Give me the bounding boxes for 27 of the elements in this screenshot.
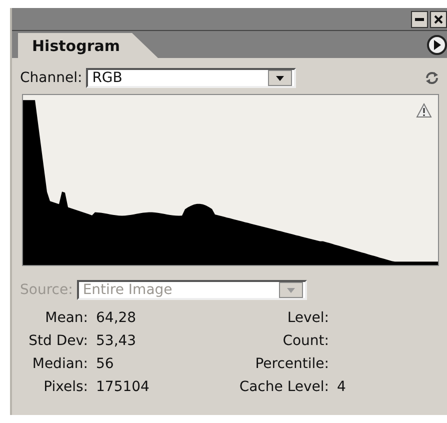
stat-value: 56 — [96, 356, 115, 372]
close-button[interactable] — [430, 10, 447, 28]
close-icon — [434, 14, 443, 24]
stat-value: 53,43 — [96, 333, 138, 349]
stat-value: 4 — [337, 379, 347, 395]
refresh-icon[interactable] — [425, 71, 439, 85]
play-icon — [433, 40, 441, 50]
minimize-icon — [415, 18, 424, 20]
stat-label: Count: — [282, 333, 329, 349]
stat-value: 175104 — [96, 379, 150, 395]
stat-label: Median: — [31, 356, 88, 372]
channel-label: Channel: — [20, 70, 82, 86]
minimize-button[interactable] — [411, 10, 428, 28]
dropdown-arrow-icon — [276, 76, 284, 80]
panel-menu-button[interactable] — [427, 35, 447, 55]
warning-icon — [416, 103, 432, 118]
stat-label: Mean: — [44, 310, 88, 326]
stat-label: Percentile: — [254, 356, 329, 372]
stat-label: Std Dev: — [28, 333, 88, 349]
stat-label: Level: — [286, 310, 329, 326]
stat-label: Pixels: — [42, 379, 88, 395]
stat-label: Cache Level: — [238, 379, 329, 395]
stat-value: 64,28 — [96, 310, 138, 326]
panel-tab[interactable]: Histogram — [18, 33, 158, 58]
dropdown-arrow-icon — [286, 288, 295, 292]
source-label: Source: — [20, 282, 73, 298]
channel-dropdown[interactable]: RGB — [86, 68, 296, 88]
